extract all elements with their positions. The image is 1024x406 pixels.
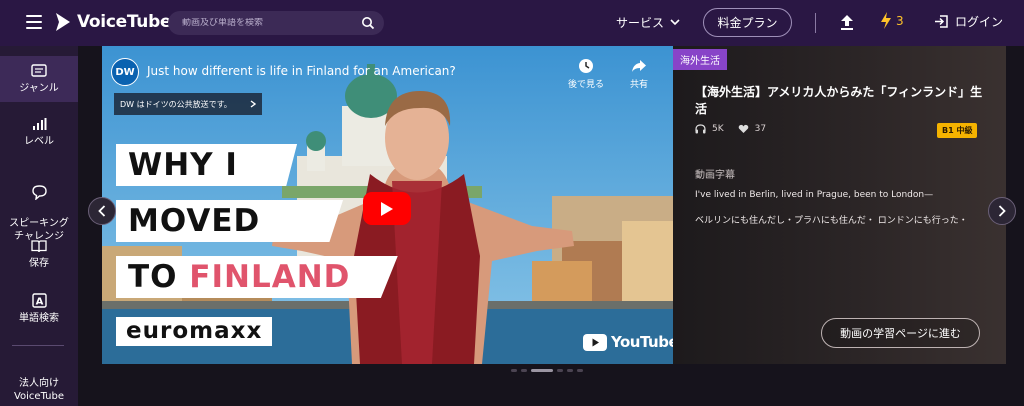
svg-text:A: A — [35, 297, 43, 308]
carousel-dot[interactable] — [511, 369, 517, 372]
sidebar-item-label: レベル — [24, 136, 54, 147]
like-count: 37 — [754, 124, 767, 134]
channel-avatar-text: DW — [115, 66, 135, 78]
clock-icon — [579, 59, 593, 73]
carousel-dot[interactable] — [521, 369, 527, 372]
youtube-logo[interactable]: YouTube — [583, 333, 673, 351]
euromaxx-logo: euromaxx — [116, 317, 273, 346]
pricing-plan-button[interactable]: 料金プラン — [703, 8, 792, 37]
play-button[interactable] — [363, 192, 411, 225]
sidebar-item-speaking-challenge[interactable]: スピーキング チャレンジ — [0, 172, 78, 243]
sidebar-item-business[interactable]: 法人向け VoiceTube — [0, 364, 78, 403]
channel-info-text: DW はドイツの公共放送です。 — [120, 99, 232, 109]
youtube-video-title[interactable]: Just how different is life in Finland fo… — [147, 64, 456, 78]
share-button[interactable]: 共有 — [626, 58, 652, 90]
headphones-icon — [695, 124, 706, 134]
subtitle-english: I've lived in Berlin, lived in Prague, b… — [695, 190, 934, 200]
headline-line-3: TO FINLAND — [116, 256, 398, 298]
heart-icon — [738, 124, 748, 133]
video-stats: 5K 37 — [695, 124, 766, 134]
chevron-right-icon — [250, 100, 256, 108]
energy-counter[interactable]: 3 — [880, 12, 904, 29]
share-arrow-icon — [632, 60, 646, 72]
carousel-dot[interactable] — [557, 369, 563, 372]
carousel-prev-button[interactable] — [88, 197, 116, 225]
speech-bubble-icon — [31, 185, 47, 200]
header-divider — [815, 13, 816, 33]
video-title[interactable]: 【海外生活】アメリカ人からみた「フィンランド」生活 — [695, 84, 990, 118]
headline-text: TO — [128, 259, 190, 295]
carousel-dot[interactable] — [567, 369, 573, 372]
sidebar-item-genre[interactable]: ジャンル — [0, 56, 78, 102]
login-button[interactable]: ログイン — [934, 13, 1003, 30]
watch-later-button[interactable]: 後で見る — [566, 58, 606, 90]
video-detail-panel: 海外生活 【海外生活】アメリカ人からみた「フィンランド」生活 5K 37 B1 … — [673, 46, 1006, 364]
youtube-icon — [583, 333, 607, 351]
category-tag[interactable]: 海外生活 — [673, 49, 727, 70]
chevron-right-icon — [998, 205, 1006, 217]
youtube-wordmark: YouTube — [611, 333, 673, 351]
sidebar-item-saved[interactable]: 保存 — [0, 239, 78, 270]
sidebar-item-label: 単語検索 — [19, 313, 59, 324]
voicetube-logo-icon — [56, 13, 70, 31]
genre-icon — [31, 64, 47, 77]
carousel-dot-active[interactable] — [531, 369, 553, 372]
lightning-bolt-icon — [881, 12, 891, 29]
sidebar: ジャンル レベル スピーキング チャレンジ 保存 A 単語検索 法人向け Voi… — [0, 46, 78, 406]
share-label: 共有 — [629, 80, 648, 90]
book-icon — [31, 240, 47, 253]
sidebar-divider — [12, 345, 64, 346]
sidebar-item-label: 法人向け VoiceTube — [13, 378, 65, 402]
watch-later-label: 後で見る — [567, 80, 604, 90]
search-bar[interactable] — [168, 11, 384, 35]
headline-text: MOVED — [128, 203, 261, 239]
sidebar-item-label: ジャンル — [19, 83, 59, 94]
login-label: ログイン — [955, 15, 1004, 29]
carousel-dot[interactable] — [577, 369, 583, 372]
search-icon[interactable] — [361, 16, 375, 30]
carousel-next-button[interactable] — [988, 197, 1016, 225]
level-badge: B1 中級 — [937, 123, 978, 138]
logo-text: VoiceTube — [77, 12, 172, 32]
services-label: サービス — [616, 16, 665, 30]
channel-avatar[interactable]: DW — [111, 58, 139, 86]
subtitles-heading: 動画字幕 — [695, 170, 735, 181]
level-bars-icon — [33, 118, 47, 130]
play-icon — [381, 201, 393, 216]
menu-icon[interactable] — [26, 15, 42, 29]
sidebar-item-word-search[interactable]: A 単語検索 — [0, 293, 78, 325]
headline-text: WHY I — [128, 147, 238, 183]
search-input[interactable] — [182, 18, 352, 28]
listen-count: 5K — [712, 124, 724, 134]
energy-count: 3 — [896, 13, 904, 28]
sidebar-item-label: 保存 — [29, 258, 49, 269]
upload-icon[interactable] — [838, 13, 856, 31]
euromaxx-logo-text: euromaxx — [126, 318, 263, 344]
voicetube-logo[interactable]: VoiceTube — [54, 11, 171, 33]
channel-info-chip[interactable]: DW はドイツの公共放送です。 — [114, 93, 262, 115]
login-icon — [935, 15, 948, 28]
chevron-down-icon — [670, 19, 680, 26]
dictionary-icon: A — [31, 293, 47, 308]
video-player[interactable]: DW Just how different is life in Finland… — [102, 46, 673, 364]
headline-line-1: WHY I — [116, 144, 298, 186]
carousel-indicators — [511, 369, 583, 372]
headline-line-2: MOVED — [116, 200, 344, 242]
chevron-left-icon — [98, 205, 106, 217]
go-to-learning-page-button[interactable]: 動画の学習ページに進む — [821, 318, 980, 348]
services-menu[interactable]: サービス — [616, 14, 680, 31]
sidebar-item-level[interactable]: レベル — [0, 118, 78, 148]
top-navigation-bar: VoiceTube サービス 料金プラン 3 ログイン — [0, 0, 1024, 46]
subtitle-japanese: ベルリンにも住んだし・プラハにも住んだ・ ロンドンにも行った・ — [695, 216, 968, 226]
headline-accent-text: FINLAND — [189, 259, 351, 295]
